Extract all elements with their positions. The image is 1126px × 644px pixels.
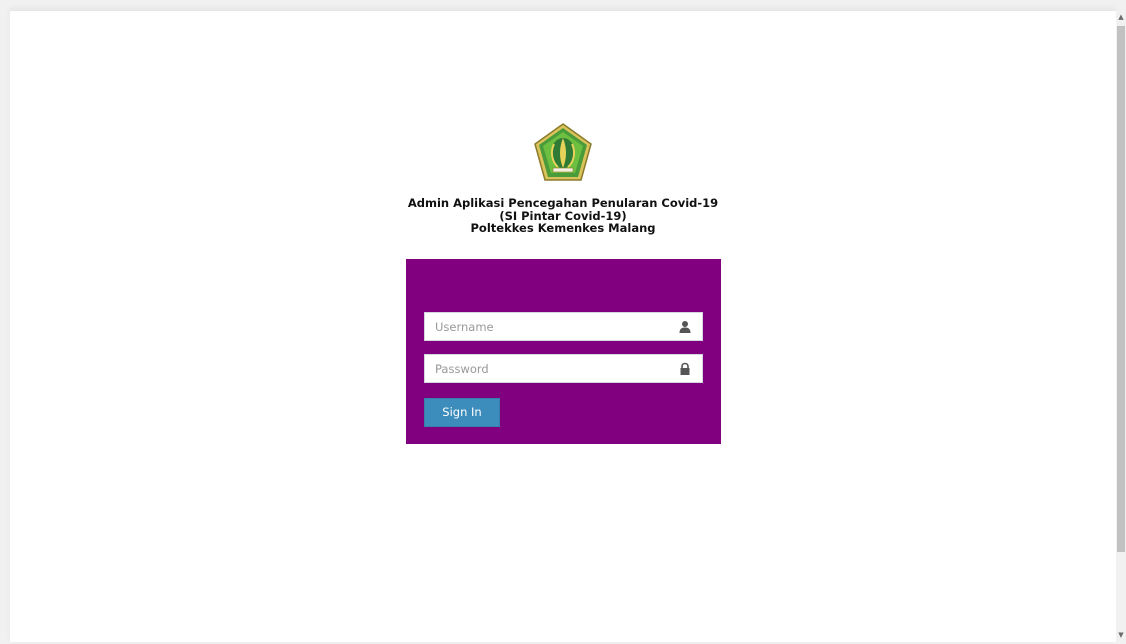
password-input[interactable] (425, 355, 685, 382)
app-title-line-1: Admin Aplikasi Pencegahan Penularan Covi… (407, 196, 719, 210)
page-viewport: Admin Aplikasi Pencegahan Penularan Covi… (10, 10, 1116, 642)
sign-in-button[interactable]: Sign In (424, 398, 500, 427)
vertical-scrollbar[interactable]: ▲ ▼ (1116, 10, 1126, 641)
login-box: Sign In (406, 259, 721, 444)
scroll-down-icon[interactable]: ▼ (1116, 630, 1126, 640)
scroll-up-icon[interactable]: ▲ (1116, 12, 1126, 22)
username-field[interactable] (424, 312, 703, 341)
app-title: Admin Aplikasi Pencegahan Penularan Covi… (363, 197, 763, 235)
institution-emblem-icon (534, 123, 592, 181)
lock-icon (680, 362, 690, 375)
password-field[interactable] (424, 354, 703, 383)
user-icon (679, 321, 691, 333)
username-input[interactable] (425, 313, 685, 340)
app-title-line-3: Poltekkes Kemenkes Malang (470, 221, 656, 235)
scrollbar-thumb[interactable] (1117, 26, 1125, 552)
